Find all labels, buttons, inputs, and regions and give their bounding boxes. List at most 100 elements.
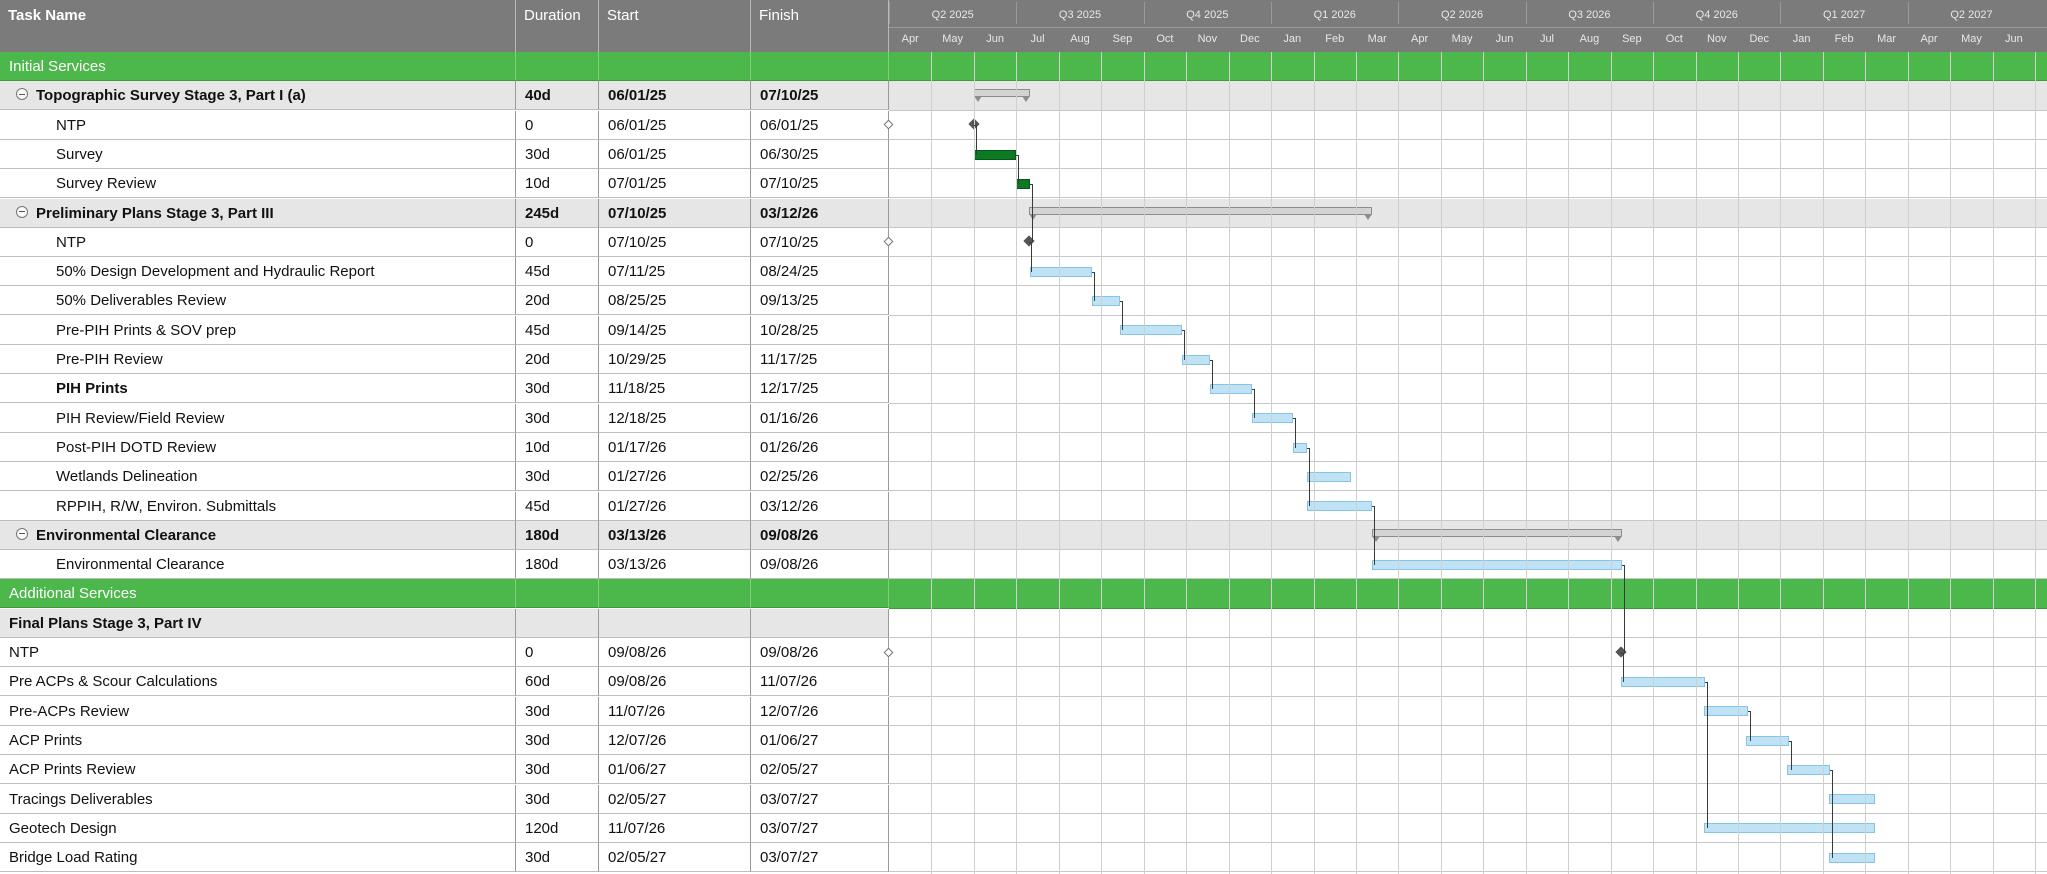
task-row[interactable]: NTP 0 09/08/26 09/08/26 bbox=[0, 638, 2047, 667]
task-row[interactable]: Survey Review 10d 07/01/25 07/10/25 bbox=[0, 169, 2047, 199]
cell-duration[interactable] bbox=[516, 579, 599, 609]
cell-task-name[interactable]: RPPIH, R/W, Environ. Submittals bbox=[0, 491, 516, 521]
cell-duration[interactable]: 20d bbox=[516, 286, 599, 316]
collapse-toggle-icon[interactable] bbox=[16, 527, 28, 540]
cell-duration[interactable]: 45d bbox=[516, 257, 599, 287]
cell-task-name[interactable]: Bridge Load Rating bbox=[0, 843, 516, 873]
cell-duration[interactable]: 30d bbox=[516, 374, 599, 404]
task-row[interactable]: Tracings Deliverables 30d 02/05/27 03/07/27 bbox=[0, 784, 2047, 814]
cell-start[interactable]: 12/18/25 bbox=[599, 403, 751, 433]
task-row[interactable]: Wetlands Delineation 30d 01/27/26 02/25/26 bbox=[0, 462, 2047, 492]
cell-task-name[interactable]: PIH Review/Field Review bbox=[0, 403, 516, 433]
cell-task-name[interactable]: Additional Services bbox=[0, 579, 516, 609]
cell-finish[interactable] bbox=[751, 579, 889, 609]
cell-finish[interactable]: 09/08/26 bbox=[751, 550, 889, 580]
task-row[interactable]: Bridge Load Rating 30d 02/05/27 03/07/27 bbox=[0, 843, 2047, 873]
column-header-finish[interactable]: Finish bbox=[751, 0, 889, 52]
column-header-task-name[interactable]: Task Name bbox=[0, 0, 516, 52]
cell-duration[interactable]: 30d bbox=[516, 462, 599, 492]
cell-task-name[interactable]: NTP bbox=[0, 110, 516, 140]
cell-task-name[interactable]: Tracings Deliverables bbox=[0, 784, 516, 814]
cell-finish[interactable]: 07/10/25 bbox=[751, 227, 889, 257]
cell-duration[interactable]: 0 bbox=[516, 227, 599, 257]
cell-duration[interactable]: 10d bbox=[516, 169, 599, 199]
cell-finish[interactable]: 02/05/27 bbox=[751, 755, 889, 785]
cell-finish[interactable]: 09/08/26 bbox=[751, 520, 889, 550]
task-row[interactable]: 50% Deliverables Review 20d 08/25/25 09/13/… bbox=[0, 286, 2047, 316]
cell-task-name[interactable]: ACP Prints Review bbox=[0, 755, 516, 785]
cell-start[interactable]: 01/27/26 bbox=[599, 462, 751, 492]
cell-start[interactable]: 10/29/25 bbox=[599, 345, 751, 374]
cell-start[interactable]: 01/27/26 bbox=[599, 491, 751, 521]
cell-task-name[interactable]: Survey bbox=[0, 139, 516, 169]
section-row[interactable]: Additional Services bbox=[0, 579, 2047, 609]
cell-start[interactable]: 03/13/26 bbox=[599, 520, 751, 550]
cell-finish[interactable]: 12/17/25 bbox=[751, 374, 889, 404]
cell-task-name[interactable]: Post-PIH DOTD Review bbox=[0, 432, 516, 462]
cell-task-name[interactable]: Environmental Clearance bbox=[0, 520, 516, 550]
cell-finish[interactable]: 06/01/25 bbox=[751, 110, 889, 140]
summary-row[interactable]: Preliminary Plans Stage 3, Part III 245d 0… bbox=[0, 198, 2047, 228]
cell-duration[interactable]: 0 bbox=[516, 110, 599, 140]
cell-task-name[interactable]: PIH Prints bbox=[0, 374, 516, 404]
cell-duration[interactable]: 180d bbox=[516, 520, 599, 550]
cell-start[interactable] bbox=[599, 52, 751, 81]
summary-row[interactable]: Environmental Clearance 180d 03/13/26 09/08… bbox=[0, 520, 2047, 550]
cell-start[interactable]: 03/13/26 bbox=[599, 550, 751, 580]
cell-start[interactable]: 11/18/25 bbox=[599, 374, 751, 404]
task-row[interactable]: RPPIH, R/W, Environ. Submittals 45d 01/27/… bbox=[0, 491, 2047, 521]
cell-start[interactable]: 08/25/25 bbox=[599, 286, 751, 316]
cell-duration[interactable]: 245d bbox=[516, 198, 599, 228]
task-row[interactable]: Post-PIH DOTD Review 10d 01/17/26 01/26/26 bbox=[0, 432, 2047, 462]
cell-start[interactable]: 12/07/26 bbox=[599, 725, 751, 755]
cell-finish[interactable]: 02/25/26 bbox=[751, 462, 889, 492]
cell-duration[interactable]: 30d bbox=[516, 403, 599, 433]
cell-start[interactable]: 02/05/27 bbox=[599, 784, 751, 814]
cell-finish[interactable]: 12/07/26 bbox=[751, 696, 889, 726]
cell-finish[interactable]: 06/30/25 bbox=[751, 139, 889, 169]
cell-start[interactable]: 07/11/25 bbox=[599, 257, 751, 287]
task-row[interactable]: Pre-PIH Review 20d 10/29/25 11/17/25 bbox=[0, 345, 2047, 374]
cell-task-name[interactable]: 50% Deliverables Review bbox=[0, 286, 516, 316]
cell-task-name[interactable]: Pre ACPs & Scour Calculations bbox=[0, 667, 516, 697]
summary-row[interactable]: Topographic Survey Stage 3, Part I (a) 40… bbox=[0, 81, 2047, 111]
cell-finish[interactable]: 01/16/26 bbox=[751, 403, 889, 433]
cell-task-name[interactable]: Topographic Survey Stage 3, Part I (a) bbox=[0, 81, 516, 111]
cell-duration[interactable]: 40d bbox=[516, 81, 599, 111]
cell-duration[interactable]: 30d bbox=[516, 755, 599, 785]
cell-finish[interactable]: 07/10/25 bbox=[751, 81, 889, 111]
cell-start[interactable]: 07/10/25 bbox=[599, 227, 751, 257]
cell-start[interactable]: 09/08/26 bbox=[599, 667, 751, 697]
column-header-duration[interactable]: Duration bbox=[516, 0, 599, 52]
cell-duration[interactable]: 10d bbox=[516, 432, 599, 462]
cell-duration[interactable]: 30d bbox=[516, 725, 599, 755]
cell-duration[interactable]: 0 bbox=[516, 638, 599, 667]
cell-finish[interactable]: 10/28/25 bbox=[751, 315, 889, 345]
cell-start[interactable]: 07/10/25 bbox=[599, 198, 751, 228]
column-header-start[interactable]: Start bbox=[599, 0, 751, 52]
cell-duration[interactable]: 180d bbox=[516, 550, 599, 580]
cell-duration[interactable]: 30d bbox=[516, 784, 599, 814]
cell-finish[interactable]: 03/12/26 bbox=[751, 198, 889, 228]
cell-duration[interactable] bbox=[516, 52, 599, 81]
task-row[interactable]: PIH Prints 30d 11/18/25 12/17/25 bbox=[0, 374, 2047, 404]
cell-task-name[interactable]: NTP bbox=[0, 227, 516, 257]
cell-task-name[interactable]: NTP bbox=[0, 638, 516, 667]
cell-duration[interactable]: 20d bbox=[516, 345, 599, 374]
task-row[interactable]: Survey 30d 06/01/25 06/30/25 bbox=[0, 139, 2047, 169]
cell-duration[interactable]: 30d bbox=[516, 139, 599, 169]
cell-duration[interactable]: 45d bbox=[516, 315, 599, 345]
cell-finish[interactable]: 03/12/26 bbox=[751, 491, 889, 521]
cell-task-name[interactable]: Environmental Clearance bbox=[0, 550, 516, 580]
cell-finish[interactable]: 01/06/27 bbox=[751, 725, 889, 755]
cell-finish[interactable]: 03/07/27 bbox=[751, 813, 889, 843]
cell-finish[interactable]: 11/07/26 bbox=[751, 667, 889, 697]
task-row[interactable]: Geotech Design 120d 11/07/26 03/07/27 bbox=[0, 813, 2047, 843]
cell-finish[interactable]: 03/07/27 bbox=[751, 784, 889, 814]
section-row[interactable]: Initial Services bbox=[0, 52, 2047, 81]
cell-start[interactable] bbox=[599, 608, 751, 638]
cell-start[interactable]: 07/01/25 bbox=[599, 169, 751, 199]
task-row[interactable]: ACP Prints 30d 12/07/26 01/06/27 bbox=[0, 725, 2047, 755]
cell-start[interactable]: 01/06/27 bbox=[599, 755, 751, 785]
cell-duration[interactable]: 30d bbox=[516, 843, 599, 873]
